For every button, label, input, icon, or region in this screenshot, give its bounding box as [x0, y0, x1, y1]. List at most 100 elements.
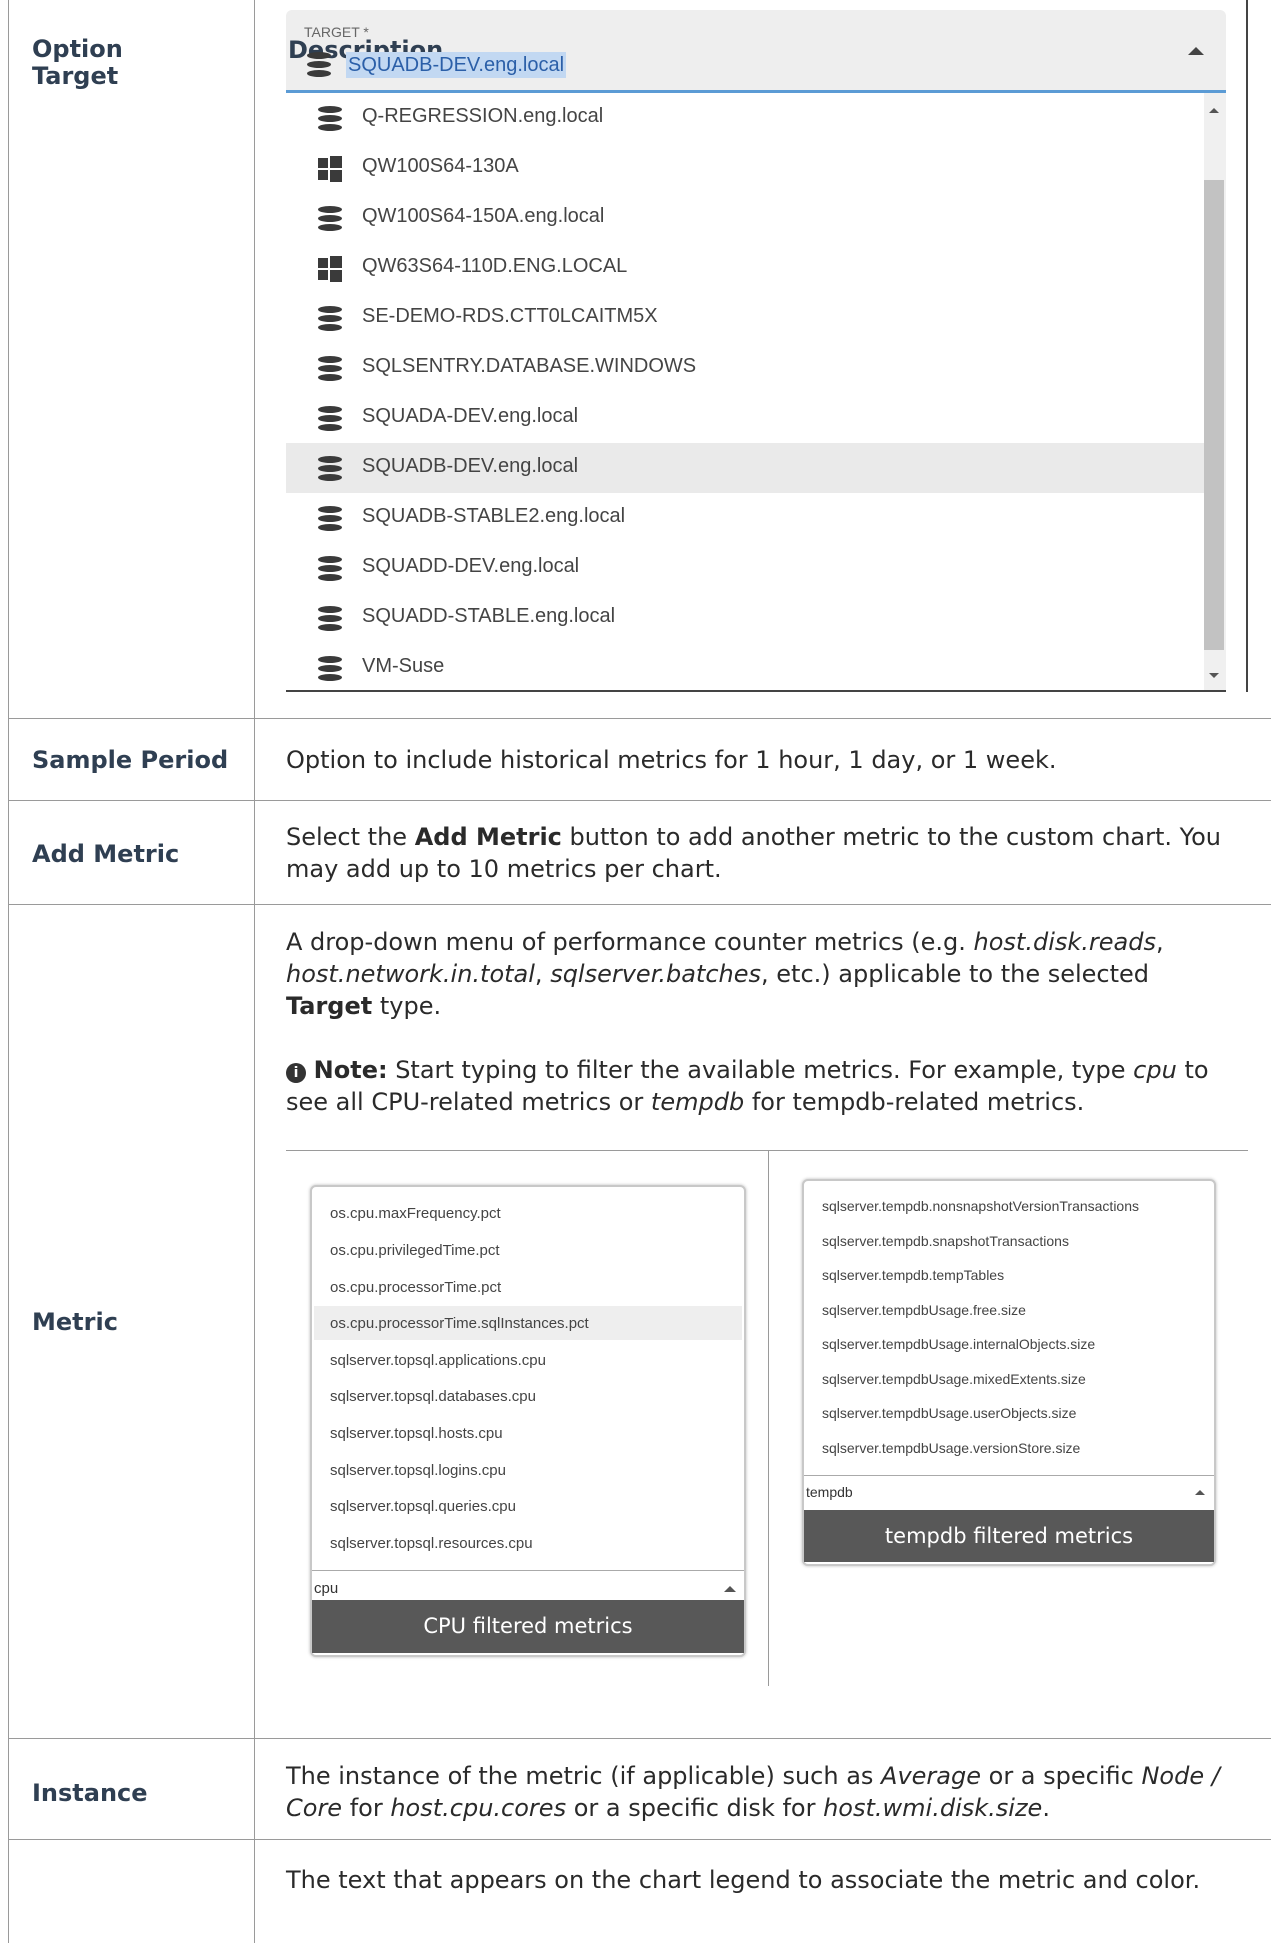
- list-item[interactable]: sqlserver.tempdbUsage.userObjects.size: [822, 1405, 1076, 1421]
- column-header-option-line1: Option: [32, 35, 123, 63]
- list-item[interactable]: sqlserver.tempdb.snapshotTransactions: [822, 1233, 1069, 1249]
- target-selected-value[interactable]: SQUADB-DEV.eng.local: [346, 52, 567, 78]
- target-option-label: VM-Suse: [362, 655, 445, 677]
- list-item[interactable]: sqlserver.topsql.resources.cpu: [330, 1535, 533, 1552]
- tempdb-metrics-dropdown[interactable]: sqlserver.tempdb.nonsnapshotVersionTrans…: [802, 1179, 1216, 1566]
- panel-caption: CPU filtered metrics: [312, 1600, 744, 1653]
- text-run-italic: Average: [881, 1762, 981, 1790]
- text-run-bold: Add Metric: [414, 823, 562, 851]
- text-run-italic: sqlserver.batches: [550, 960, 762, 988]
- column-header-option-line2: Target: [32, 62, 119, 90]
- row-divider: [8, 800, 1271, 801]
- text-run: for: [342, 1794, 391, 1822]
- target-option-label: QW63S64-110D.ENG.LOCAL: [362, 255, 628, 277]
- text-run-italic: host.disk.reads: [973, 928, 1156, 956]
- target-option-label: QW100S64-150A.eng.local: [362, 205, 605, 227]
- target-options-list[interactable]: Q-REGRESSION.eng.local QW100S64-130A QW1…: [286, 93, 1204, 690]
- metric-description: A drop-down menu of performance counter …: [286, 926, 1241, 1022]
- target-option-selected[interactable]: SQUADB-DEV.eng.local: [286, 443, 1204, 493]
- add-metric-description: Select the Add Metric button to add anot…: [286, 821, 1241, 885]
- database-icon: [318, 456, 342, 481]
- text-run-italic: tempdb: [650, 1088, 745, 1116]
- metric-filter-input[interactable]: tempdb: [806, 1484, 853, 1500]
- list-item[interactable]: sqlserver.tempdb.nonsnapshotVersionTrans…: [822, 1198, 1139, 1214]
- target-option[interactable]: QW100S64-130A: [286, 143, 1204, 193]
- target-option-label: SQLSENTRY.DATABASE.WINDOWS: [362, 355, 697, 377]
- row-divider: [8, 1738, 1271, 1739]
- target-option-label: SQUADB-STABLE2.eng.local: [362, 505, 626, 527]
- database-icon: [318, 206, 342, 231]
- target-option[interactable]: Q-REGRESSION.eng.local: [286, 93, 1204, 143]
- row-name-add-metric: Add Metric: [32, 840, 180, 868]
- list-item[interactable]: sqlserver.topsql.databases.cpu: [330, 1388, 536, 1405]
- target-option-label: SQUADD-DEV.eng.local: [362, 555, 580, 577]
- database-icon: [307, 52, 331, 78]
- list-item[interactable]: sqlserver.tempdbUsage.free.size: [822, 1302, 1026, 1318]
- list-item[interactable]: sqlserver.topsql.queries.cpu: [330, 1498, 516, 1515]
- chevron-up-icon[interactable]: [1188, 47, 1204, 55]
- target-option-label: Q-REGRESSION.eng.local: [362, 105, 604, 127]
- database-icon: [318, 606, 342, 631]
- cpu-metrics-dropdown[interactable]: os.cpu.maxFrequency.pct os.cpu.privilege…: [310, 1185, 746, 1657]
- target-option[interactable]: SQUADA-DEV.eng.local: [286, 393, 1204, 443]
- scroll-up-arrow-icon[interactable]: [1209, 108, 1219, 113]
- chevron-up-icon[interactable]: [724, 1586, 736, 1592]
- list-item[interactable]: sqlserver.topsql.applications.cpu: [330, 1352, 546, 1369]
- list-item[interactable]: os.cpu.privilegedTime.pct: [330, 1242, 500, 1259]
- list-item[interactable]: sqlserver.tempdbUsage.internalObjects.si…: [822, 1336, 1095, 1352]
- list-item[interactable]: sqlserver.topsql.logins.cpu: [330, 1462, 506, 1479]
- database-icon: [318, 106, 342, 131]
- sample-period-description: Option to include historical metrics for…: [286, 746, 1057, 774]
- database-icon: [318, 556, 342, 581]
- text-run-italic: cpu: [1133, 1056, 1177, 1084]
- database-icon: [318, 506, 342, 531]
- list-item[interactable]: sqlserver.tempdbUsage.mixedExtents.size: [822, 1371, 1086, 1387]
- windows-icon: [318, 256, 342, 282]
- text-run: ,: [1155, 928, 1164, 956]
- scroll-down-arrow-icon[interactable]: [1209, 673, 1219, 678]
- list-item[interactable]: os.cpu.maxFrequency.pct: [330, 1205, 501, 1222]
- row-divider: [8, 1839, 1271, 1840]
- list-item[interactable]: os.cpu.processorTime.sqlInstances.pct: [330, 1315, 589, 1332]
- text-run: The instance of the metric (if applicabl…: [286, 1762, 882, 1790]
- note-label: Note:: [313, 1056, 388, 1084]
- target-option-label: SE-DEMO-RDS.CTT0LCAITM5X: [362, 305, 658, 327]
- list-item[interactable]: sqlserver.topsql.hosts.cpu: [330, 1425, 503, 1442]
- target-option[interactable]: QW63S64-110D.ENG.LOCAL: [286, 243, 1204, 293]
- text-run: .: [1042, 1794, 1050, 1822]
- list-item[interactable]: sqlserver.tempdb.tempTables: [822, 1267, 1004, 1283]
- filter-divider: [312, 1570, 744, 1571]
- row-name-sample-period: Sample Period: [32, 746, 229, 774]
- row-name-instance: Instance: [32, 1779, 148, 1807]
- list-item[interactable]: os.cpu.processorTime.pct: [330, 1279, 501, 1296]
- image-table-column-divider: [768, 1150, 769, 1686]
- target-option[interactable]: SQUADD-STABLE.eng.local: [286, 593, 1204, 643]
- list-item[interactable]: sqlserver.tempdbUsage.versionStore.size: [822, 1440, 1080, 1456]
- instance-description: The instance of the metric (if applicabl…: [286, 1760, 1241, 1824]
- panel-caption: tempdb filtered metrics: [804, 1510, 1214, 1562]
- target-list-scroll-thumb[interactable]: [1204, 180, 1224, 650]
- target-option[interactable]: QW100S64-150A.eng.local: [286, 193, 1204, 243]
- database-icon: [318, 306, 342, 331]
- metric-filter-input[interactable]: cpu: [314, 1580, 338, 1597]
- column-divider: [254, 0, 255, 1943]
- target-option-label: QW100S64-130A: [362, 155, 519, 177]
- text-run: for tempdb-related metrics.: [744, 1088, 1085, 1116]
- target-option[interactable]: SQUADB-STABLE2.eng.local: [286, 493, 1204, 543]
- target-option[interactable]: SQLSENTRY.DATABASE.WINDOWS: [286, 343, 1204, 393]
- target-option[interactable]: SQUADD-DEV.eng.local: [286, 543, 1204, 593]
- chevron-up-icon[interactable]: [1195, 1490, 1205, 1495]
- target-option[interactable]: VM-Suse: [286, 643, 1204, 693]
- column-header-option: Option Target: [32, 36, 123, 90]
- metric-note: i Note: Start typing to filter the avail…: [286, 1054, 1241, 1118]
- text-run: A drop-down menu of performance counter …: [286, 928, 974, 956]
- target-selected-value-text: SQUADB-DEV.eng.local: [348, 54, 565, 76]
- filter-divider: [804, 1475, 1214, 1476]
- windows-icon: [318, 156, 342, 182]
- text-run: or a specific: [981, 1762, 1142, 1790]
- info-icon: i: [286, 1063, 306, 1083]
- target-option-label: SQUADB-DEV.eng.local: [362, 455, 579, 477]
- target-option[interactable]: SE-DEMO-RDS.CTT0LCAITM5X: [286, 293, 1204, 343]
- text-run: or a specific disk for: [566, 1794, 824, 1822]
- text-run: Select the: [286, 823, 415, 851]
